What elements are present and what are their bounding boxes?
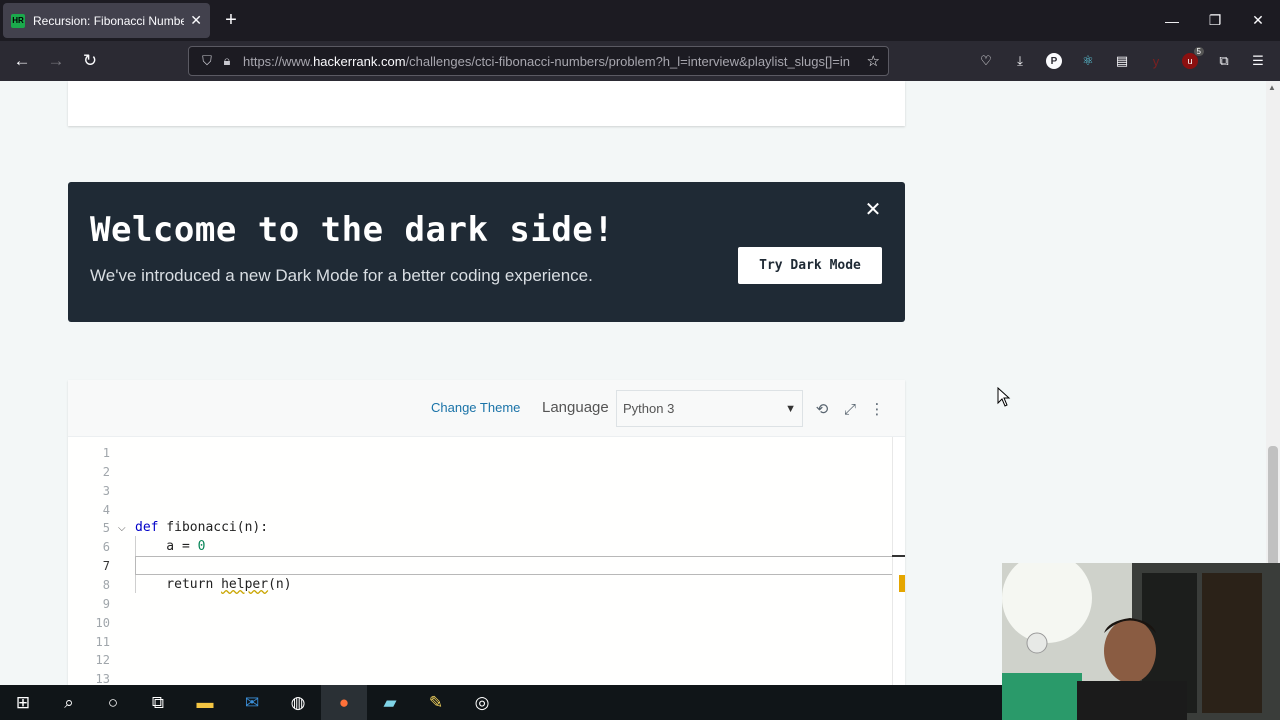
more-options-icon[interactable]: ⋮: [866, 398, 888, 420]
browser-tab[interactable]: HR Recursion: Fibonacci Numbers | ✕: [3, 3, 210, 38]
url-text[interactable]: https://www.hackerrank.com/challenges/ct…: [243, 54, 867, 69]
code-line-8: return helper(n): [135, 577, 292, 592]
search-icon[interactable]: ⌕: [46, 685, 92, 720]
line-number: 7: [102, 559, 110, 573]
problem-card-bottom: [68, 81, 905, 126]
tab-close-icon[interactable]: ✕: [190, 12, 202, 29]
pocket-icon[interactable]: ♡: [975, 51, 997, 71]
minimize-icon[interactable]: —: [1150, 0, 1194, 41]
file-explorer-icon[interactable]: ▬: [182, 685, 228, 720]
line-number: 2: [102, 465, 110, 479]
banner-title: Welcome to the dark side!: [90, 210, 615, 250]
line-number: 11: [95, 635, 110, 649]
line-number: 3: [102, 484, 110, 498]
tab-title: Recursion: Fibonacci Numbers |: [33, 13, 185, 28]
banner-close-icon[interactable]: ✕: [863, 200, 883, 220]
language-label: Language: [542, 399, 609, 416]
mail-icon[interactable]: ✉: [229, 685, 275, 720]
bookmark-star-icon[interactable]: ☆: [867, 52, 880, 70]
language-value: Python 3: [623, 401, 675, 416]
scroll-up-icon[interactable]: ▲: [1268, 83, 1276, 92]
line-number: 8: [102, 578, 110, 592]
window-close-icon[interactable]: ✕: [1236, 0, 1280, 41]
line-number: 12: [95, 653, 110, 667]
react-devtools-icon[interactable]: ⚛: [1077, 51, 1099, 71]
task-view-icon[interactable]: ⧉: [135, 685, 181, 720]
menu-hamburger-icon[interactable]: ☰: [1247, 51, 1269, 71]
line-number: 13: [95, 672, 110, 685]
profile-extension-icon[interactable]: P: [1043, 51, 1065, 71]
line-number: 5: [102, 521, 110, 535]
cortana-icon[interactable]: ○: [90, 685, 136, 720]
windows-start-icon[interactable]: ⊞: [0, 685, 46, 720]
chevron-down-icon: ▼: [785, 402, 796, 415]
try-dark-mode-button[interactable]: Try Dark Mode: [738, 247, 882, 284]
browser-nav-bar: ← → ↻ ⛉ 🔒︎ https://www.hackerrank.com/ch…: [0, 41, 1280, 81]
dell-icon[interactable]: ◍: [275, 685, 321, 720]
code-area[interactable]: 1 2 3 4 5 6 7 8 9 10 11 12 13 ⌵ def fibo…: [68, 437, 905, 685]
back-arrow-icon[interactable]: ←: [9, 49, 35, 73]
current-line-highlight: [135, 556, 905, 575]
new-tab-icon[interactable]: +: [220, 9, 242, 31]
code-line-5: def fibonacci(n):: [135, 520, 269, 535]
fullscreen-icon[interactable]: ⤢: [839, 398, 861, 420]
code-line-6: a = 0: [135, 539, 206, 554]
url-bar[interactable]: ⛉ 🔒︎ https://www.hackerrank.com/challeng…: [188, 46, 889, 76]
container-extension-icon[interactable]: ⧉: [1213, 51, 1235, 71]
cursor-ruler-mark: [892, 555, 905, 557]
fold-chevron-icon[interactable]: ⌵: [118, 523, 126, 534]
dark-mode-banner: Welcome to the dark side! We've introduc…: [68, 182, 905, 322]
shield-icon[interactable]: ⛉: [197, 53, 217, 69]
ublock-icon[interactable]: u5: [1179, 47, 1204, 71]
line-number: 1: [102, 446, 110, 460]
line-number: 6: [102, 540, 110, 554]
reload-icon[interactable]: ↻: [77, 49, 103, 73]
reset-code-icon[interactable]: ⟲: [811, 398, 833, 420]
forward-arrow-icon[interactable]: →: [43, 49, 69, 73]
firefox-icon[interactable]: ●: [321, 685, 367, 720]
editor-app-icon[interactable]: ✎: [413, 685, 459, 720]
windows-taskbar: ⊞ ⌕ ○ ⧉ ▬ ✉ ◍ ● ▰ ✎ ◎: [0, 685, 1002, 720]
editor-toolbar: Change Theme Language Python 3 ▼ ⟲ ⤢ ⋮: [68, 380, 905, 437]
line-number: 9: [102, 597, 110, 611]
notepad-icon[interactable]: ▰: [367, 685, 413, 720]
yt-extension-icon[interactable]: y: [1145, 51, 1167, 71]
obs-icon[interactable]: ◎: [459, 685, 505, 720]
webcam-overlay: [1002, 563, 1280, 720]
scrollbar-thumb[interactable]: [1268, 446, 1278, 566]
line-number: 4: [102, 503, 110, 517]
editor-scrollbar[interactable]: [892, 437, 905, 685]
code-editor: Change Theme Language Python 3 ▼ ⟲ ⤢ ⋮ 1…: [68, 380, 905, 685]
change-theme-link[interactable]: Change Theme: [431, 400, 520, 415]
download-icon[interactable]: ⤓: [1009, 51, 1031, 71]
language-select[interactable]: Python 3 ▼: [616, 390, 803, 427]
hackerrank-favicon-icon: HR: [11, 13, 25, 28]
notes-extension-icon[interactable]: ▤: [1111, 51, 1133, 71]
banner-subtitle: We've introduced a new Dark Mode for a b…: [90, 266, 593, 285]
warning-ruler-mark: [899, 575, 905, 592]
restore-icon[interactable]: ❐: [1193, 0, 1237, 41]
lock-icon[interactable]: 🔒︎: [217, 53, 237, 69]
line-number: 10: [95, 616, 110, 630]
browser-tab-bar: HR Recursion: Fibonacci Numbers | ✕ + — …: [0, 0, 1280, 41]
